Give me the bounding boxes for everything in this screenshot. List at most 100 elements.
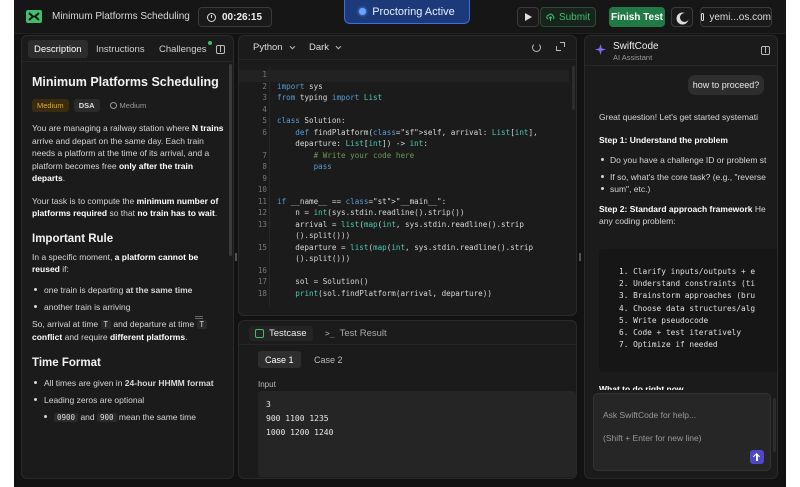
- input-line: 3: [266, 400, 271, 409]
- line-number: 6: [262, 127, 267, 137]
- line-text: def findPlatform(class="sf">self, arriva…: [295, 127, 538, 137]
- case-tab-1[interactable]: Case 1: [258, 351, 301, 368]
- user-menu-button[interactable]: yemi...os.com: [700, 7, 772, 27]
- language-value: Python: [253, 42, 283, 53]
- line-number: 7: [262, 150, 267, 160]
- line-text: n = int(sys.stdin.readline().strip()): [277, 208, 465, 217]
- expand-icon[interactable]: [556, 42, 565, 51]
- tab-test-result[interactable]: >_ Test Result: [319, 326, 393, 341]
- problem-badges: Medium DSA Medium: [32, 99, 228, 112]
- problem-panel: Description Instructions Challenges Mini…: [21, 35, 234, 479]
- inline-code: 0900: [54, 412, 79, 422]
- resize-handle-icon[interactable]: [195, 316, 203, 319]
- assistant-title: SwiftCode: [613, 41, 659, 52]
- line-text: # Write your code here: [277, 150, 415, 160]
- line-text: print(sol.findPlatform(arrival, departur…: [295, 288, 492, 298]
- chat-composer[interactable]: Ask SwiftCode for help... (Shift + Enter …: [593, 393, 771, 471]
- scrollbar[interactable]: [572, 66, 575, 110]
- chevron-down-icon: [335, 43, 342, 49]
- line-number: 2: [262, 81, 267, 91]
- code-line: 12 n = int(sys.stdin.readline().strip()): [239, 208, 569, 220]
- theme-select[interactable]: Dark: [309, 42, 342, 53]
- clock-icon: [109, 102, 117, 109]
- code-line: 2. Understand constraints (ti: [619, 279, 756, 289]
- step-heading: Step 1: Understand the problem: [599, 135, 728, 145]
- assistant-message: Great question! Let's get started system…: [599, 111, 777, 227]
- proctoring-label: Proctoring Active: [372, 5, 455, 18]
- user-message: how to proceed?: [688, 75, 764, 95]
- list-item: All times are given in 24-hour HHMM form…: [32, 377, 228, 389]
- list-subitem: 0900 and 900 mean the same time: [42, 411, 228, 424]
- code-line: 4. Choose data structures/alg: [619, 303, 756, 313]
- editor-toolbar: Python Dark: [239, 36, 576, 60]
- swiftcode-logo-icon: [595, 44, 606, 55]
- code-line: 7 # Write your code here: [239, 151, 569, 163]
- line-text: pass: [313, 162, 332, 171]
- bold-text: conflict: [32, 332, 63, 342]
- send-button[interactable]: [750, 450, 764, 464]
- line-text: ().split())): [277, 254, 351, 263]
- step-heading: Step 2: Standard approach framework: [599, 204, 753, 214]
- code-line: ().split())): [239, 231, 569, 243]
- submit-button[interactable]: Submit: [540, 7, 596, 27]
- tab-description[interactable]: Description: [28, 40, 88, 58]
- hint-text: (Shift + Enter for new line): [603, 433, 702, 443]
- input-field[interactable]: 3 900 1100 1235 1000 1200 1240: [258, 391, 576, 477]
- code-line: 7. Optimize if needed: [619, 340, 718, 350]
- line-number: 5: [262, 116, 267, 125]
- code-editor-panel: Python Dark 1 2 import sys 3 from typing imp…: [238, 35, 577, 316]
- run-button[interactable]: [517, 7, 539, 27]
- text: one train is departing: [44, 284, 126, 295]
- top-bar: Minimum Platforms Scheduling 00:26:15 Pr…: [14, 0, 786, 34]
- code-line: 17 sol = Solution(): [239, 277, 569, 289]
- list-item: Leading zeros are optional: [32, 394, 228, 406]
- line-number: 4: [262, 104, 267, 114]
- scrollbar[interactable]: [229, 64, 232, 256]
- list-item: one train is departing at the same time: [32, 284, 228, 296]
- inline-code: T: [100, 319, 112, 329]
- list-item-continuation: sum", etc.): [599, 183, 777, 195]
- chevron-down-icon: [289, 43, 295, 49]
- text: He: [752, 204, 766, 214]
- user-card-icon: [701, 13, 705, 21]
- step-list: Do you have a challenge ID or problem st…: [599, 154, 777, 195]
- code-line: 5. Write pseudocode: [619, 315, 709, 325]
- timer-value: 00:26:15: [222, 11, 263, 23]
- theme-toggle-button[interactable]: [671, 7, 693, 27]
- text: Your task is to compute the: [32, 195, 137, 206]
- line-text: from typing import List: [277, 93, 383, 102]
- finish-test-button[interactable]: Finish Test: [609, 7, 665, 27]
- app-window: Minimum Platforms Scheduling 00:26:15 Pr…: [14, 0, 786, 487]
- line-text: import sys: [277, 81, 323, 91]
- assistant-panel: SwiftCode AI Assistant how to proceed? G…: [584, 35, 778, 479]
- play-icon: [524, 13, 532, 21]
- scrollbar[interactable]: [773, 398, 776, 452]
- language-select[interactable]: Python: [253, 42, 295, 53]
- list-item: If so, what's the core task? (e.g., "rev…: [599, 171, 777, 183]
- sidebar-toggle-icon[interactable]: [761, 46, 770, 55]
- code-line: 13 arrival = list(map(int, sys.stdin.rea…: [239, 220, 569, 232]
- line-text: departure = list(map(int, sys.stdin.read…: [277, 242, 534, 252]
- tab-label: Test Result: [339, 328, 387, 339]
- line-number: 3: [262, 93, 267, 102]
- line-text: sol = Solution(): [277, 277, 369, 286]
- code-line: 15 departure = list(map(int, sys.stdin.r…: [239, 243, 569, 255]
- resize-handle-icon[interactable]: [235, 253, 237, 261]
- moon-icon: [680, 13, 689, 22]
- section-heading-time: Time Format: [32, 356, 101, 369]
- sidebar-toggle-icon[interactable]: [216, 45, 225, 54]
- tab-instructions[interactable]: Instructions: [90, 40, 151, 58]
- assistant-header: SwiftCode AI Assistant: [585, 36, 777, 66]
- tab-challenges[interactable]: Challenges: [153, 40, 213, 58]
- code-block: 1. Clarify inputs/outputs + e 2. Understa…: [599, 249, 777, 372]
- case-tab-2[interactable]: Case 2: [307, 351, 350, 368]
- reset-icon[interactable]: [532, 43, 541, 52]
- resize-handle-icon[interactable]: [579, 253, 581, 261]
- text: another train is arriving: [44, 301, 131, 312]
- tab-testcase[interactable]: Testcase: [249, 326, 313, 341]
- text: so that: [107, 208, 138, 218]
- rule-intro: In a specific moment, a platform cannot …: [32, 251, 228, 276]
- bold-text: N trains: [191, 123, 224, 133]
- line-text: ().split())): [277, 231, 351, 240]
- brand-logo-icon: [26, 10, 42, 23]
